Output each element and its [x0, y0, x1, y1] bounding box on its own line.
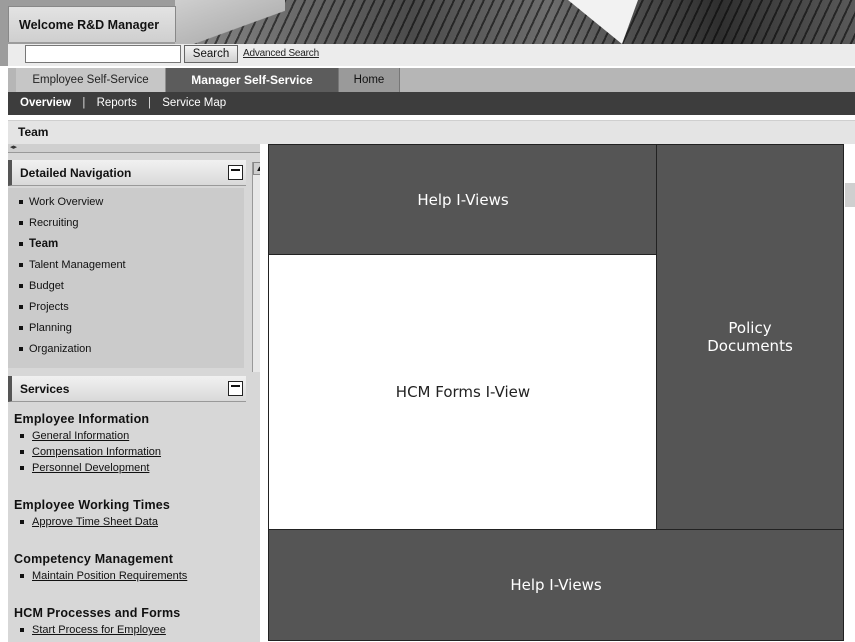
- nav-item-team[interactable]: Team: [8, 234, 244, 255]
- service-link-label: Maintain Position Requirements: [32, 570, 188, 582]
- tab-home[interactable]: Home: [338, 68, 400, 92]
- nav-item-label: Budget: [29, 280, 64, 292]
- bullet-icon: [19, 221, 23, 226]
- detailed-navigation-list: Work Overview Recruiting Team Talent Man…: [8, 188, 244, 368]
- nav-item-label: Planning: [29, 322, 72, 334]
- hcm-forms-iview[interactable]: HCM Forms I-View: [268, 254, 658, 530]
- service-link[interactable]: Maintain Position Requirements: [20, 570, 187, 582]
- bullet-icon: [20, 574, 24, 579]
- service-group-title: Employee Working Times: [14, 498, 171, 512]
- search-bar: Search Advanced Search: [8, 44, 855, 66]
- service-link[interactable]: Start Process for Employee: [20, 624, 166, 636]
- nav-item-talent-management[interactable]: Talent Management: [8, 255, 244, 276]
- help-iviews-top[interactable]: Help I-Views: [268, 144, 658, 255]
- service-link[interactable]: General Information: [20, 430, 129, 442]
- search-button[interactable]: Search: [184, 45, 238, 63]
- nav-item-label: Organization: [29, 343, 92, 355]
- bullet-icon: [19, 326, 23, 331]
- hcm-forms-label: HCM Forms I-View: [395, 383, 531, 401]
- portal-header: Welcome R&D Manager Search Advanced Sear…: [0, 0, 855, 66]
- navigation-scrollbar[interactable]: ▲: [252, 162, 260, 372]
- services-header: Services: [8, 376, 246, 402]
- bullet-icon: [19, 200, 23, 205]
- left-navigation-panel: ◂▸ Detailed Navigation Work Overview Rec…: [8, 144, 260, 642]
- service-group-title: Employee Information: [14, 412, 150, 426]
- policy-documents-label: Policy Documents: [707, 319, 793, 355]
- subnav-separator: |: [148, 97, 152, 109]
- service-group-title: HCM Processes and Forms: [14, 606, 181, 620]
- bullet-icon: [20, 450, 24, 455]
- subnav-reports[interactable]: Reports: [97, 97, 137, 109]
- subnav-separator: |: [82, 97, 86, 109]
- nav-item-planning[interactable]: Planning: [8, 318, 244, 339]
- nav-item-label: Work Overview: [29, 196, 104, 208]
- services-list: Employee Information General Information…: [8, 402, 260, 642]
- nav-item-budget[interactable]: Budget: [8, 276, 244, 297]
- bullet-icon: [19, 241, 23, 246]
- bullet-icon: [20, 466, 24, 471]
- subnav-service-map[interactable]: Service Map: [162, 97, 226, 109]
- service-link-label: Compensation Information: [32, 446, 162, 458]
- service-link[interactable]: Personnel Development: [20, 462, 149, 474]
- detailed-navigation-title: Detailed Navigation: [20, 166, 132, 180]
- help-iviews-label: Help I-Views: [417, 190, 509, 209]
- help-iviews-label: Help I-Views: [510, 576, 602, 594]
- bullet-icon: [20, 434, 24, 439]
- policy-label-line: Documents: [707, 337, 793, 355]
- service-link-label: Personnel Development: [32, 462, 150, 474]
- services-title: Services: [20, 382, 70, 396]
- scroll-up-icon[interactable]: ▲: [253, 162, 260, 175]
- welcome-message: Welcome R&D Manager: [8, 6, 176, 42]
- nav-item-organization[interactable]: Organization: [8, 339, 244, 360]
- bullet-icon: [19, 284, 23, 289]
- nav-item-label: Team: [29, 238, 59, 250]
- minimize-icon[interactable]: [228, 165, 243, 180]
- panel-collapse-arrows[interactable]: ◂▸: [8, 144, 260, 153]
- subnav-overview[interactable]: Overview: [20, 97, 71, 109]
- nav-item-recruiting[interactable]: Recruiting: [8, 213, 244, 234]
- page-title: Team: [8, 120, 855, 144]
- minimize-icon[interactable]: [228, 381, 243, 396]
- nav-item-label: Projects: [29, 301, 69, 313]
- bullet-icon: [20, 520, 24, 525]
- service-link[interactable]: Compensation Information: [20, 446, 161, 458]
- help-iviews-bottom[interactable]: Help I-Views: [268, 529, 844, 641]
- nav-item-label: Recruiting: [29, 217, 79, 229]
- nav-item-label: Talent Management: [29, 259, 126, 271]
- bullet-icon: [19, 305, 23, 310]
- second-level-navigation: Overview | Reports | Service Map: [8, 92, 855, 115]
- service-link-label: Approve Time Sheet Data: [32, 516, 158, 528]
- policy-label-line: Policy: [728, 319, 772, 337]
- policy-documents-iview[interactable]: Policy Documents: [656, 144, 844, 530]
- advanced-search-link[interactable]: Advanced Search: [243, 48, 319, 59]
- service-link-label: General Information: [32, 430, 130, 442]
- nav-item-work-overview[interactable]: Work Overview: [8, 192, 244, 213]
- tab-employee-self-service[interactable]: Employee Self-Service: [16, 68, 166, 92]
- top-level-navigation: Employee Self-Service Manager Self-Servi…: [8, 68, 855, 92]
- service-link[interactable]: Approve Time Sheet Data: [20, 516, 158, 528]
- header-banner-accent: [175, 0, 285, 44]
- service-group-title: Competency Management: [14, 552, 174, 566]
- nav-item-projects[interactable]: Projects: [8, 297, 244, 318]
- bullet-icon: [19, 347, 23, 352]
- detailed-navigation-header: Detailed Navigation: [8, 160, 246, 186]
- tab-manager-self-service[interactable]: Manager Self-Service: [166, 68, 338, 92]
- bullet-icon: [20, 628, 24, 633]
- right-edge-tab: [845, 183, 855, 207]
- bullet-icon: [19, 263, 23, 268]
- service-link-label: Start Process for Employee: [32, 624, 166, 636]
- search-input[interactable]: [25, 45, 181, 63]
